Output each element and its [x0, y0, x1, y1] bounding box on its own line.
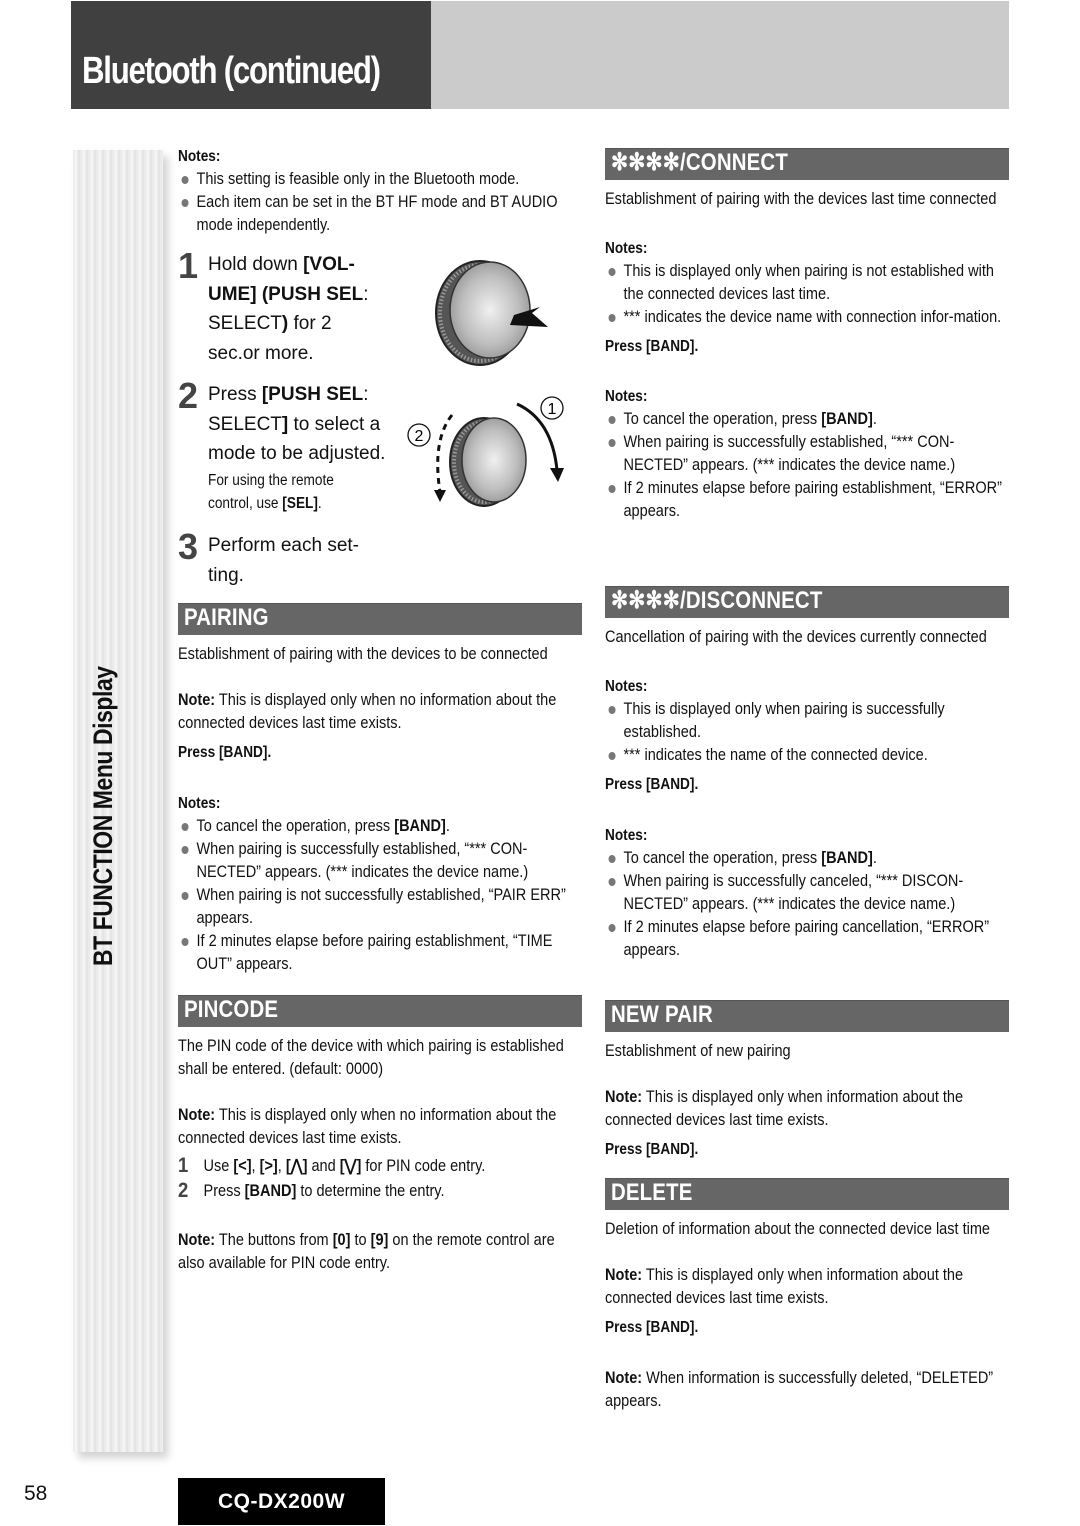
model-badge: CQ-DX200W	[178, 1478, 385, 1525]
section-note: Note: This is displayed only when no inf…	[178, 1106, 557, 1147]
page-number: 58	[24, 1482, 48, 1505]
section-pincode: PINCODE The PIN code of the device with …	[178, 995, 582, 1275]
section-connect: ✻✻✻✻/CONNECT Establishment of pairing wi…	[605, 148, 1009, 523]
section-description: Establishment of new pairing	[605, 1042, 791, 1060]
intro-notes: Notes: This setting is feasible only in …	[178, 145, 582, 237]
note-item: If 2 minutes elapse before pairing estab…	[605, 477, 1010, 523]
section-note: Note: This is displayed only when no inf…	[178, 691, 557, 732]
section-header: NEW PAIR	[605, 1000, 1009, 1032]
volume-knob-press-icon	[435, 260, 548, 366]
note-item: *** indicates the name of the connected …	[605, 744, 1010, 767]
step-number: 3	[178, 526, 199, 567]
section-description: Cancellation of pairing with the devices…	[605, 628, 987, 646]
section-note: Note: When information is successfully d…	[605, 1369, 994, 1410]
section-note: Note: This is displayed only when inform…	[605, 1266, 964, 1307]
notes-heading: Notes:	[178, 148, 221, 165]
note-item: When pairing is successfully established…	[178, 838, 583, 884]
remote-note: For using the remote control, use [SEL].	[208, 471, 334, 512]
note-item: If 2 minutes elapse before pairing estab…	[178, 930, 583, 976]
section-disconnect: ✻✻✻✻/DISCONNECT Cancellation of pairing …	[605, 586, 1009, 962]
section-note: Note: The buttons from [0] to [9] on the…	[178, 1231, 555, 1272]
note-item: When pairing is successfully canceled, “…	[605, 870, 1010, 916]
note-item: When pairing is not successfully establi…	[178, 884, 583, 930]
pincode-step-2: 2 Press [BAND] to determine the entry.	[178, 1179, 445, 1202]
side-tab-label: BT FUNCTION Menu Display	[88, 666, 118, 966]
note-item: This setting is feasible only in the Blu…	[178, 168, 583, 191]
page-title: Bluetooth (continued)	[82, 50, 381, 92]
note-item: Each item can be set in the BT HF mode a…	[178, 191, 583, 237]
press-band-instruction: Press [BAND].	[605, 776, 699, 793]
press-band-instruction: Press [BAND].	[178, 744, 272, 761]
note-item: To cancel the operation, press [BAND].	[605, 408, 1010, 431]
section-description: Deletion of information about the connec…	[605, 1220, 991, 1238]
press-band-instruction: Press [BAND].	[605, 338, 699, 355]
note-item: *** indicates the device name with conne…	[605, 306, 1010, 329]
section-description: Establishment of pairing with the device…	[605, 190, 997, 208]
volume-knob-rotate-icon: 1 2	[407, 396, 564, 507]
svg-text:1: 1	[548, 401, 557, 418]
pincode-step-1: 1 Use [<], [>], [⋀] and [⋁] for PIN code…	[178, 1154, 486, 1177]
section-header: ✻✻✻✻/CONNECT	[605, 148, 1009, 180]
section-header: PAIRING	[178, 603, 582, 635]
note-item: To cancel the operation, press [BAND].	[178, 815, 583, 838]
note-item: To cancel the operation, press [BAND].	[605, 847, 1010, 870]
header-band	[431, 1, 1009, 109]
section-new-pair: NEW PAIR Establishment of new pairing No…	[605, 1000, 1009, 1161]
press-band-instruction: Press [BAND].	[605, 1319, 699, 1336]
section-header: ✻✻✻✻/DISCONNECT	[605, 586, 1009, 618]
section-header: DELETE	[605, 1178, 1009, 1210]
section-description: The PIN code of the device with which pa…	[178, 1037, 564, 1078]
note-item: If 2 minutes elapse before pairing cance…	[605, 916, 1010, 962]
svg-text:2: 2	[415, 428, 424, 445]
section-pairing: PAIRING Establishment of pairing with th…	[178, 603, 582, 976]
note-item: This is displayed only when pairing is s…	[605, 698, 1010, 744]
note-item: When pairing is successfully established…	[605, 431, 1010, 477]
section-note: Note: This is displayed only when inform…	[605, 1088, 964, 1129]
note-item: This is displayed only when pairing is n…	[605, 260, 1010, 306]
step-number: 2	[178, 375, 199, 416]
section-header: PINCODE	[178, 995, 582, 1027]
step-number: 1	[178, 245, 199, 286]
section-delete: DELETE Deletion of information about the…	[605, 1178, 1009, 1413]
section-description: Establishment of pairing with the device…	[178, 645, 548, 663]
press-band-instruction: Press [BAND].	[605, 1141, 699, 1158]
